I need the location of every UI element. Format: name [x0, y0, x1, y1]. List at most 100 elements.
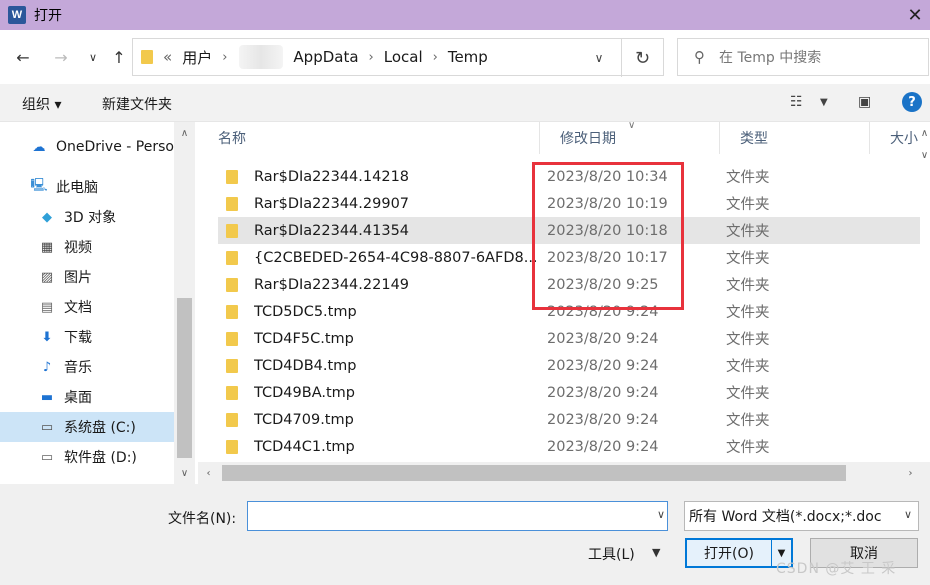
tools-button[interactable]: 工具(L)	[588, 544, 635, 564]
filename-input[interactable]: ∨	[247, 501, 668, 531]
file-row[interactable]: {C2CBEDED-2654-4C98-8807-6AFD8... 2023/8…	[218, 244, 920, 271]
folder-icon	[141, 50, 153, 64]
nav-item-drive-c[interactable]: ▭ 系统盘 (C:)	[0, 412, 174, 442]
file-row[interactable]: Rar$DIa22344.29907 2023/8/20 10:19 文件夹	[218, 190, 920, 217]
file-row[interactable]: TCD4F5C.tmp 2023/8/20 9:24 文件夹	[218, 325, 920, 352]
view-options-icon[interactable]: ☷	[790, 94, 803, 110]
breadcrumb-local[interactable]: Local	[384, 48, 423, 66]
title-bar: W 打开 ✕	[0, 0, 930, 30]
nav-item-desktop[interactable]: ▬ 桌面	[0, 382, 174, 412]
folder-icon	[226, 358, 238, 373]
up-arrow-icon[interactable]: ↑	[108, 46, 130, 68]
filetype-select[interactable]: 所有 Word 文档(*.docx;*.doc ∨	[684, 501, 919, 531]
scroll-down-icon[interactable]: ∨	[914, 146, 930, 164]
toolbar: 组织 ▾ 新建文件夹 ☷ ▼ ▣ ?	[0, 84, 930, 122]
nav-scrollbar[interactable]: ∧ ∨	[174, 122, 195, 484]
breadcrumb-temp[interactable]: Temp	[448, 48, 488, 66]
file-row[interactable]: Rar$DIa22344.22149 2023/8/20 9:25 文件夹	[218, 271, 920, 298]
picture-icon: ▨	[40, 269, 54, 285]
nav-item-videos[interactable]: ▦ 视频	[0, 232, 174, 262]
recent-locations-chevron-icon[interactable]: ∨	[82, 46, 104, 68]
folder-icon	[226, 439, 238, 454]
folder-icon	[226, 169, 238, 184]
column-header-name[interactable]: 名称	[198, 122, 540, 154]
download-icon: ⬇	[41, 329, 53, 345]
folder-icon	[226, 331, 238, 346]
folder-icon	[226, 304, 238, 319]
address-bar[interactable]: « 用户 › AppData › Local › Temp ∨ ↻	[132, 38, 664, 77]
filetype-dropdown-icon[interactable]: ∨	[903, 508, 912, 521]
folder-icon	[226, 412, 238, 427]
drive-c-icon: ▭	[40, 419, 54, 435]
breadcrumb-overflow[interactable]: «	[163, 48, 172, 66]
nav-item-music[interactable]: ♪ 音乐	[0, 352, 174, 382]
filename-dropdown-icon[interactable]: ∨	[657, 508, 665, 521]
file-row[interactable]: TCD4709.tmp 2023/8/20 9:24 文件夹	[218, 406, 920, 433]
file-row[interactable]: Rar$DIa22344.14218 2023/8/20 10:34 文件夹	[218, 163, 920, 190]
folder-icon	[226, 385, 238, 400]
nav-item-pictures[interactable]: ▨ 图片	[0, 262, 174, 292]
scroll-right-icon[interactable]: ›	[900, 464, 921, 482]
address-row: ← → ∨ ↑ « 用户 › AppData › Local › Temp ∨ …	[0, 30, 930, 84]
file-row[interactable]: TCD49BA.tmp 2023/8/20 9:24 文件夹	[218, 379, 920, 406]
cloud-icon: ☁	[32, 139, 46, 155]
breadcrumb-appdata[interactable]: AppData	[293, 48, 358, 66]
help-icon[interactable]: ?	[902, 92, 922, 112]
column-header-type[interactable]: 类型	[720, 122, 870, 154]
chevron-right-icon[interactable]: ›	[222, 50, 227, 65]
tools-dropdown-icon[interactable]: ▼	[652, 546, 660, 559]
new-folder-button[interactable]: 新建文件夹	[102, 94, 172, 114]
nav-item-onedrive[interactable]: ☁ OneDrive - Perso	[0, 132, 174, 162]
file-list-vertical-scrollbar[interactable]: ∧ ∨	[920, 122, 930, 462]
file-row[interactable]: TCD5DC5.tmp 2023/8/20 9:24 文件夹	[218, 298, 920, 325]
nav-item-documents[interactable]: ▤ 文档	[0, 292, 174, 322]
horizontal-scroll-thumb[interactable]	[222, 465, 846, 481]
folder-icon	[226, 250, 238, 265]
computer-icon: 🖳	[30, 178, 48, 193]
back-arrow-icon[interactable]: ←	[12, 46, 34, 68]
folder-icon	[226, 223, 238, 238]
scroll-up-icon[interactable]: ∧	[914, 124, 930, 142]
nav-scroll-thumb[interactable]	[177, 298, 192, 458]
chevron-right-icon[interactable]: ›	[433, 50, 438, 65]
watermark: CSDN @艾 王 采	[776, 561, 897, 577]
organize-button[interactable]: 组织 ▾	[22, 94, 61, 114]
close-button[interactable]: ✕	[900, 0, 930, 30]
view-dropdown-icon[interactable]: ▼	[820, 97, 828, 108]
preview-pane-icon[interactable]: ▣	[858, 94, 871, 110]
refresh-icon[interactable]: ↻	[621, 39, 663, 77]
chevron-right-icon[interactable]: ›	[369, 50, 374, 65]
document-icon: ▤	[40, 299, 54, 315]
navigation-pane: ☁ OneDrive - Perso 🖳 此电脑 ◆ 3D 对象 ▦ 视频 ▨ …	[0, 122, 195, 484]
search-icon: ⚲	[694, 48, 705, 66]
address-dropdown-icon[interactable]: ∨	[585, 39, 613, 77]
scroll-down-icon[interactable]: ∨	[174, 464, 195, 482]
scroll-up-icon[interactable]: ∧	[174, 124, 195, 142]
nav-item-this-pc[interactable]: 🖳 此电脑	[0, 172, 174, 202]
drive-d-icon: ▭	[40, 449, 54, 465]
file-row[interactable]: TCD44C1.tmp 2023/8/20 9:24 文件夹	[218, 433, 920, 460]
sort-indicator-icon: ∨	[628, 120, 636, 131]
cube-icon: ◆	[42, 209, 52, 225]
nav-item-3d-objects[interactable]: ◆ 3D 对象	[0, 202, 174, 232]
search-input[interactable]: ⚲ 在 Temp 中搜索	[677, 38, 929, 76]
folder-icon	[226, 277, 238, 292]
forward-arrow-icon[interactable]: →	[50, 46, 72, 68]
folder-icon	[226, 196, 238, 211]
window-title: 打开	[34, 8, 62, 24]
scroll-left-icon[interactable]: ‹	[198, 464, 219, 482]
desktop-icon: ▬	[40, 389, 54, 405]
filename-label: 文件名(N):	[168, 511, 237, 527]
file-list-horizontal-scrollbar[interactable]: ‹ ›	[198, 462, 930, 484]
file-row-hovered[interactable]: Rar$DIa22344.41354 2023/8/20 10:18 文件夹	[218, 217, 920, 244]
file-row[interactable]: TCD4DB4.tmp 2023/8/20 9:24 文件夹	[218, 352, 920, 379]
search-placeholder: 在 Temp 中搜索	[719, 50, 822, 66]
file-list: 名称 修改日期 ∨ 类型 大小 Rar$DIa22344.14218 2023/…	[198, 120, 930, 484]
video-icon: ▦	[40, 239, 54, 255]
breadcrumb-users[interactable]: 用户	[182, 47, 212, 68]
nav-item-drive-d[interactable]: ▭ 软件盘 (D:)	[0, 442, 174, 472]
dialog-footer: 文件名(N): ∨ 所有 Word 文档(*.docx;*.doc ∨ 工具(L…	[0, 484, 930, 585]
blurred-username	[239, 45, 284, 69]
nav-item-downloads[interactable]: ⬇ 下载	[0, 322, 174, 352]
music-icon: ♪	[42, 359, 52, 375]
